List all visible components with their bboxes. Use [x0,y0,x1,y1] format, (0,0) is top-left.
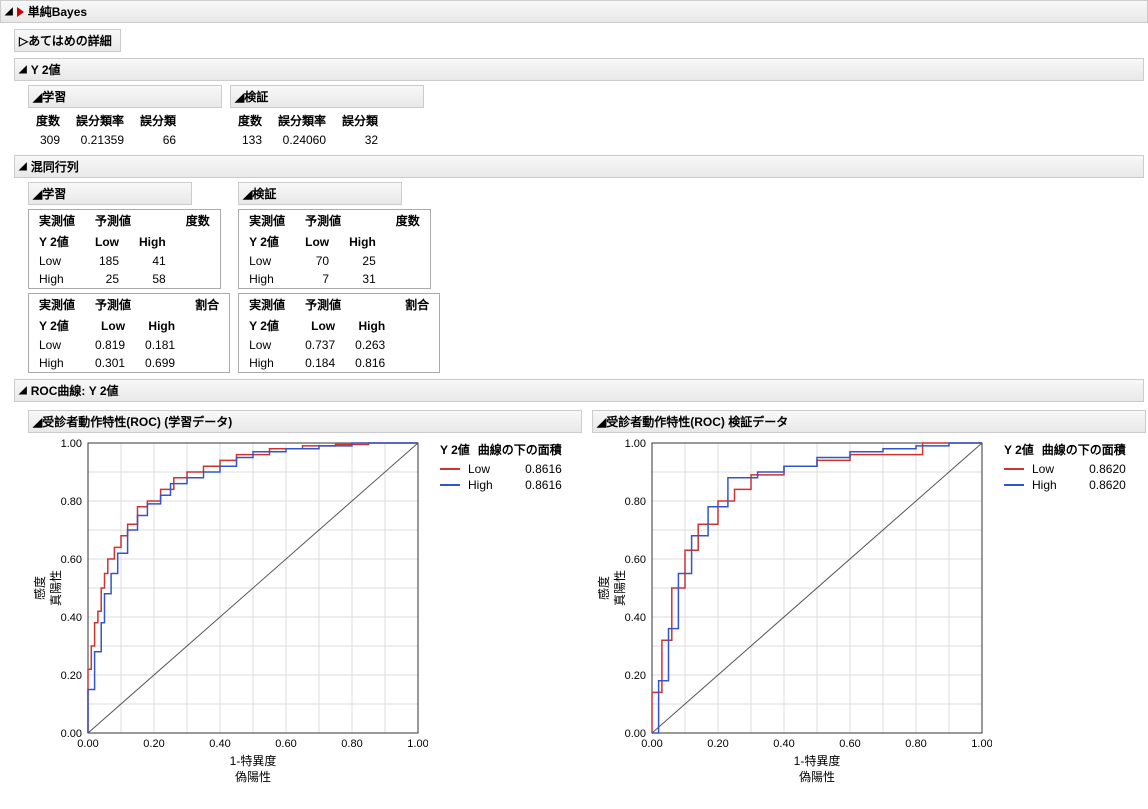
svg-text:感度: 感度 [596,576,611,600]
validation-title: 検証 [244,88,268,105]
svg-text:真陽性: 真陽性 [49,570,63,606]
disclosure-triangle-icon[interactable]: ◢ [33,187,42,201]
svg-text:0.60: 0.60 [625,554,646,566]
svg-text:1-特異度: 1-特異度 [794,753,841,768]
svg-text:1.00: 1.00 [407,738,428,750]
training-title: 学習 [42,88,66,105]
svg-text:真陽性: 真陽性 [613,570,627,606]
validation-header[interactable]: ◢ 検証 [230,85,424,108]
confusion-section-header[interactable]: ◢ 混同行列 [14,155,1144,178]
svg-text:0.20: 0.20 [143,738,164,750]
svg-text:0.20: 0.20 [625,670,646,682]
confusion-train-rate-table: 実測値予測値割合 Y 2値LowHigh Low0.8190.181 High0… [28,293,230,373]
roc-title: ROC曲線: Y 2値 [31,382,119,399]
y2-title: Y 2値 [31,61,61,78]
validation-stats-table: 度数誤分類率誤分類 1330.2406032 [230,110,386,149]
svg-text:0.60: 0.60 [61,554,82,566]
svg-text:0.60: 0.60 [839,738,860,750]
confusion-train-count-table: 実測値予測値度数 Y 2値LowHigh Low18541 High2558 [28,209,221,289]
svg-text:0.20: 0.20 [707,738,728,750]
main-section-header[interactable]: ◢ 単純Bayes [0,0,1148,23]
svg-text:1.00: 1.00 [625,438,646,450]
roc-train-chart: 0.000.000.200.200.400.400.600.600.800.80… [28,433,428,793]
disclosure-triangle-icon[interactable]: ◢ [243,187,252,201]
disclosure-triangle-icon[interactable]: ◢ [235,90,244,104]
disclosure-triangle-icon[interactable]: ◢ [33,90,42,104]
svg-text:0.80: 0.80 [341,738,362,750]
main-title: 単純Bayes [28,3,87,20]
disclosure-triangle-icon[interactable]: ◢ [597,415,606,429]
legend-swatch-low [440,468,460,470]
disclosure-triangle-icon[interactable]: ◢ [19,64,27,75]
confusion-val-header[interactable]: ◢ 検証 [238,182,402,205]
legend-swatch-high [1004,484,1024,486]
confusion-train-header[interactable]: ◢ 学習 [28,182,192,205]
menu-indicator-icon[interactable] [17,7,24,17]
svg-text:偽陽性: 偽陽性 [799,770,835,784]
svg-text:0.40: 0.40 [625,612,646,624]
svg-text:1.00: 1.00 [971,738,992,750]
legend-swatch-low [1004,468,1024,470]
svg-text:0.40: 0.40 [209,738,230,750]
fit-detail-title: あてはめの詳細 [28,32,112,49]
svg-text:0.80: 0.80 [625,496,646,508]
disclosure-triangle-icon[interactable]: ◢ [5,6,13,17]
svg-text:1-特異度: 1-特異度 [230,753,277,768]
roc-val-header[interactable]: ◢ 受診者動作特性(ROC) 検証データ [592,410,1146,433]
svg-text:偽陽性: 偽陽性 [235,770,271,784]
legend-swatch-high [440,484,460,486]
svg-text:0.20: 0.20 [61,670,82,682]
y2-section-header[interactable]: ◢ Y 2値 [14,58,1144,81]
disclosure-triangle-icon[interactable]: ◢ [33,415,42,429]
roc-train-header[interactable]: ◢ 受診者動作特性(ROC) (学習データ) [28,410,582,433]
confusion-val-count-table: 実測値予測値度数 Y 2値LowHigh Low7025 High731 [238,209,431,289]
svg-text:0.80: 0.80 [61,496,82,508]
disclosure-right-icon[interactable]: ▷ [19,34,28,48]
svg-text:感度: 感度 [32,576,47,600]
svg-text:0.40: 0.40 [773,738,794,750]
svg-text:1.00: 1.00 [61,438,82,450]
disclosure-triangle-icon[interactable]: ◢ [19,385,27,396]
fit-detail-header[interactable]: ▷ あてはめの詳細 [14,29,121,52]
svg-text:0.00: 0.00 [61,728,82,740]
training-stats-table: 度数誤分類率誤分類 3090.2135966 [28,110,184,149]
confusion-val-rate-table: 実測値予測値割合 Y 2値LowHigh Low0.7370.263 High0… [238,293,440,373]
svg-text:0.60: 0.60 [275,738,296,750]
training-header[interactable]: ◢ 学習 [28,85,222,108]
roc-val-legend: Y 2値曲線の下の面積 Low0.8620 High0.8620 [1004,441,1126,494]
svg-text:0.00: 0.00 [625,728,646,740]
roc-val-chart: 0.000.000.200.200.400.400.600.600.800.80… [592,433,992,793]
svg-text:0.40: 0.40 [61,612,82,624]
svg-text:0.80: 0.80 [905,738,926,750]
roc-train-legend: Y 2値曲線の下の面積 Low0.8616 High0.8616 [440,441,562,494]
confusion-title: 混同行列 [31,158,79,175]
disclosure-triangle-icon[interactable]: ◢ [19,161,27,172]
roc-section-header[interactable]: ◢ ROC曲線: Y 2値 [14,379,1144,402]
